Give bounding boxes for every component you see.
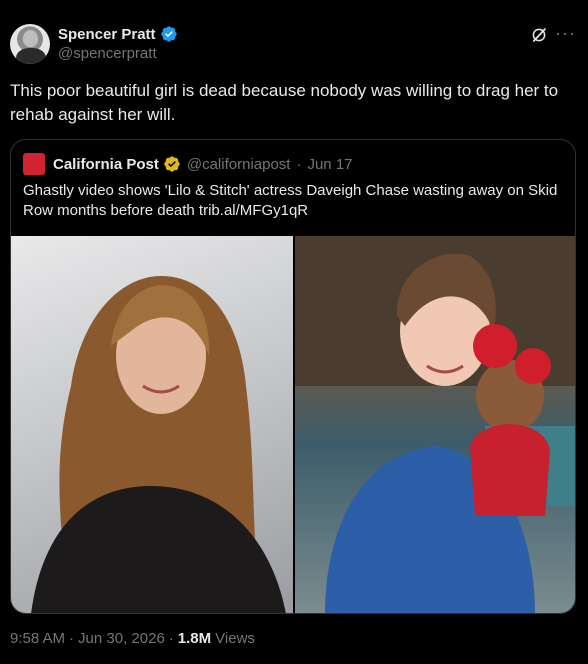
tweet-time[interactable]: 9:58 AM xyxy=(10,630,65,647)
tweet-meta: 9:58 AM · Jun 30, 2026 · 1.8M Views xyxy=(10,630,255,647)
grok-icon[interactable] xyxy=(530,26,548,44)
quoted-tweet[interactable]: California Post @californiapost · Jun 17… xyxy=(10,139,576,614)
quoted-header: California Post @californiapost · Jun 17 xyxy=(23,153,353,175)
meta-separator: · xyxy=(69,630,75,647)
author-handle[interactable]: @spencerpratt xyxy=(58,45,157,62)
photo-girl-with-doll[interactable] xyxy=(295,236,575,613)
more-options-icon[interactable]: ··· xyxy=(555,24,576,42)
meta-separator: · xyxy=(168,630,174,647)
views-label: Views xyxy=(215,630,255,647)
author-name-row: Spencer Pratt xyxy=(58,24,178,44)
quoted-date: Jun 17 xyxy=(307,155,353,173)
tweet-date[interactable]: Jun 30, 2026 xyxy=(78,630,165,647)
tweet-text: This poor beautiful girl is dead because… xyxy=(10,81,559,124)
tweet[interactable]: Spencer Pratt @spencerpratt ··· This poo… xyxy=(0,0,588,664)
avatar[interactable] xyxy=(10,24,50,64)
quoted-separator: · xyxy=(296,155,302,173)
verified-gold-badge-icon xyxy=(164,156,180,172)
photo-woman[interactable] xyxy=(11,236,293,613)
verified-badge-icon xyxy=(160,26,177,42)
quoted-text: Ghastly video shows 'Lilo & Stitch' actr… xyxy=(23,182,558,219)
california-post-logo xyxy=(23,153,45,175)
tweet-header: Spencer Pratt @spencerpratt ··· xyxy=(10,24,578,68)
quoted-media[interactable] xyxy=(11,236,575,613)
quoted-handle: @californiapost xyxy=(186,155,291,173)
views-count: 1.8M xyxy=(177,630,212,647)
quoted-display-name: California Post xyxy=(53,155,159,173)
author-display-name[interactable]: Spencer Pratt xyxy=(58,26,156,43)
